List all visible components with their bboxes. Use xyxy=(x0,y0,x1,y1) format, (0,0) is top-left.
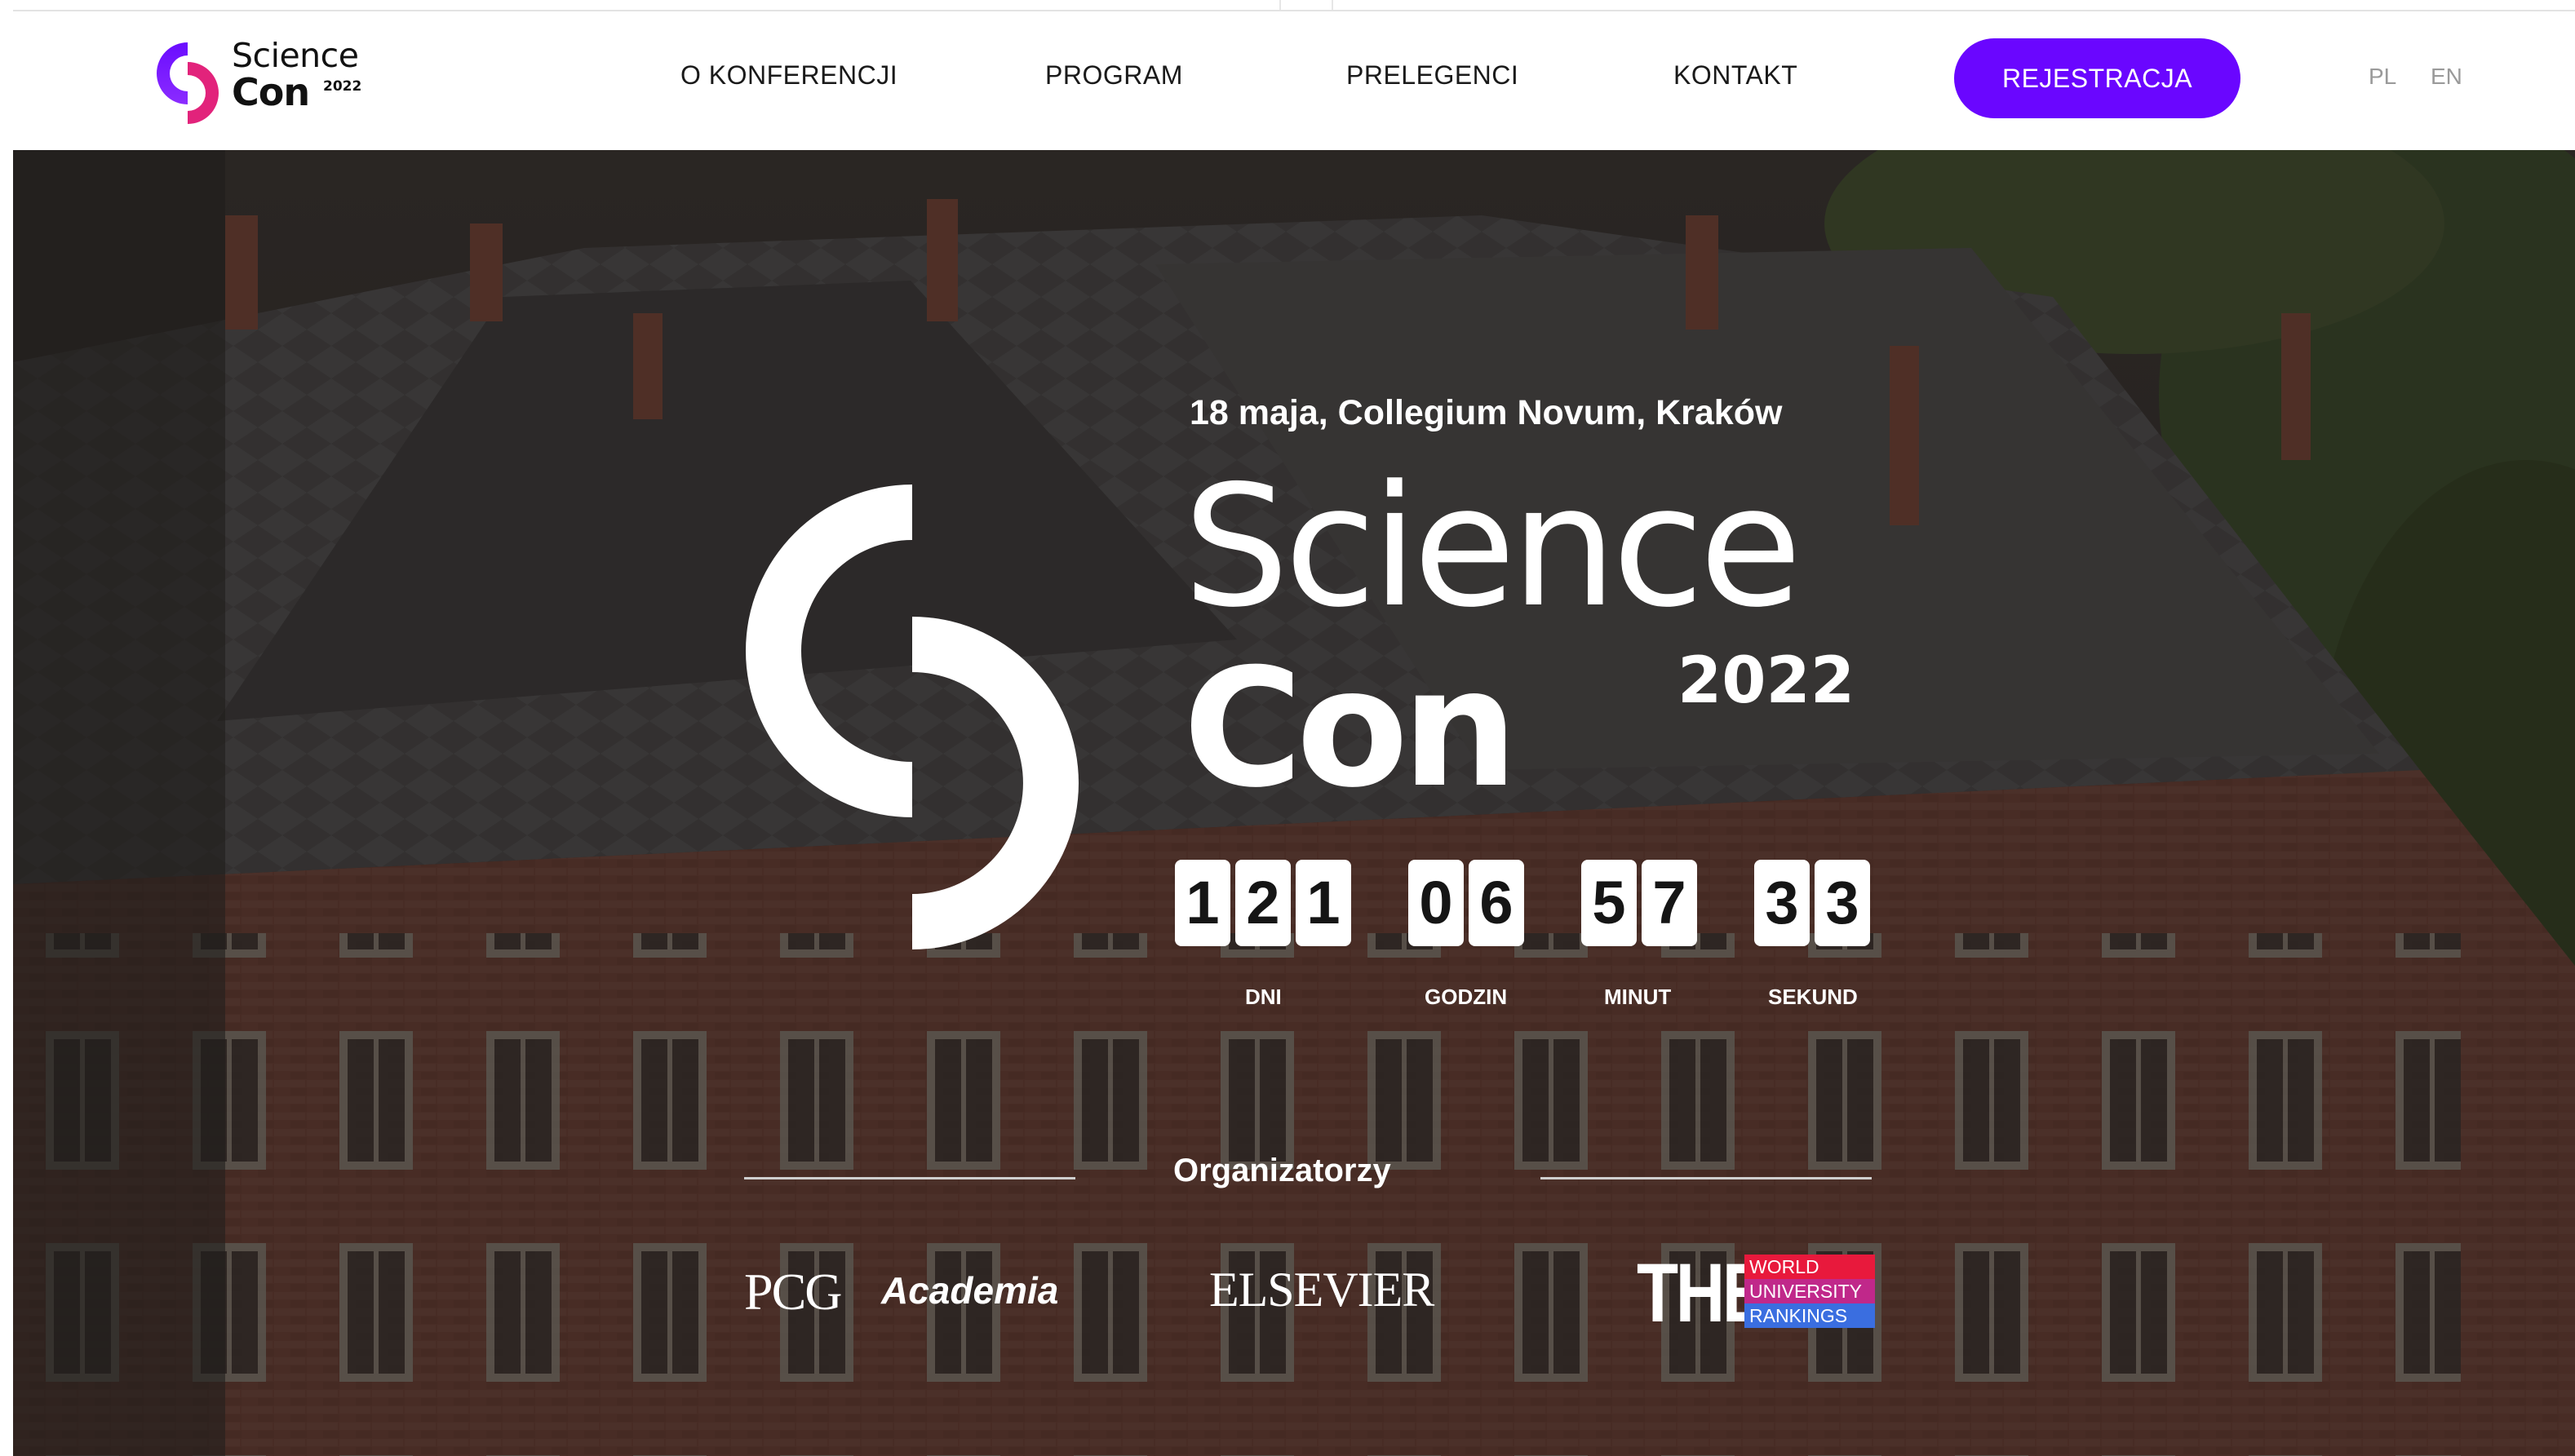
pcg-logo-text: PCG xyxy=(744,1263,842,1321)
the-row-world: WORLD xyxy=(1744,1255,1875,1279)
countdown-label-hours: GODZIN xyxy=(1425,985,1508,1009)
the-row-rankings: RANKINGS xyxy=(1744,1303,1875,1328)
hero-title-year: 2022 xyxy=(1678,644,1855,718)
countdown-minutes-digit: 7 xyxy=(1642,860,1697,946)
countdown-days-digit: 1 xyxy=(1175,860,1230,946)
logo-word-science: Science xyxy=(232,36,359,75)
countdown-seconds-digit: 3 xyxy=(1754,860,1810,946)
frame-tick xyxy=(1279,0,1281,10)
sciencecon-large-logo-icon xyxy=(746,485,1079,949)
organizers-divider-left xyxy=(744,1177,1075,1179)
countdown-minutes-digit: 5 xyxy=(1581,860,1637,946)
academia-logo-text: Academia xyxy=(881,1269,1059,1312)
register-button[interactable]: REJESTRACJA xyxy=(1954,38,2240,118)
countdown-label-days: DNI xyxy=(1245,985,1282,1009)
logo-word-con: Con xyxy=(232,70,310,114)
countdown-label-seconds: SEKUND xyxy=(1768,985,1858,1009)
countdown-label-minutes: MINUT xyxy=(1604,985,1672,1009)
nav-program[interactable]: PROGRAM xyxy=(1045,60,1183,91)
nav-kontakt[interactable]: KONTAKT xyxy=(1673,60,1797,91)
event-date-venue: 18 maja, Collegium Novum, Kraków xyxy=(1190,393,1783,432)
countdown-seconds-digit: 3 xyxy=(1815,860,1870,946)
hero-title-science: Science xyxy=(1183,450,1802,644)
countdown-hours-digit: 0 xyxy=(1408,860,1464,946)
elsevier-logo-text: ELSEVIER xyxy=(1209,1263,1434,1317)
countdown-days-digit: 2 xyxy=(1235,860,1291,946)
nav-o-konferencji[interactable]: O KONFERENCJI xyxy=(680,60,897,91)
site-header: Science Con 2022 O KONFERENCJI PROGRAM P… xyxy=(13,11,2575,150)
logo-year: 2022 xyxy=(323,78,362,95)
countdown-days-digit: 1 xyxy=(1296,860,1351,946)
lang-en[interactable]: EN xyxy=(2431,64,2462,90)
the-row-university: UNIVERSITY xyxy=(1744,1279,1875,1303)
organizers-divider-right xyxy=(1540,1177,1872,1179)
lang-pl[interactable]: PL xyxy=(2369,64,2396,90)
frame-tick xyxy=(1332,0,1333,10)
hero-section: 18 maja, Collegium Novum, Kraków Science… xyxy=(13,150,2575,1456)
hero-title-con: Con xyxy=(1183,634,1518,824)
countdown-hours-digit: 6 xyxy=(1469,860,1524,946)
nav-prelegenci[interactable]: PRELEGENCI xyxy=(1346,60,1518,91)
sciencecon-logo-icon xyxy=(157,42,219,124)
organizers-title: Organizatorzy xyxy=(1173,1153,1391,1188)
